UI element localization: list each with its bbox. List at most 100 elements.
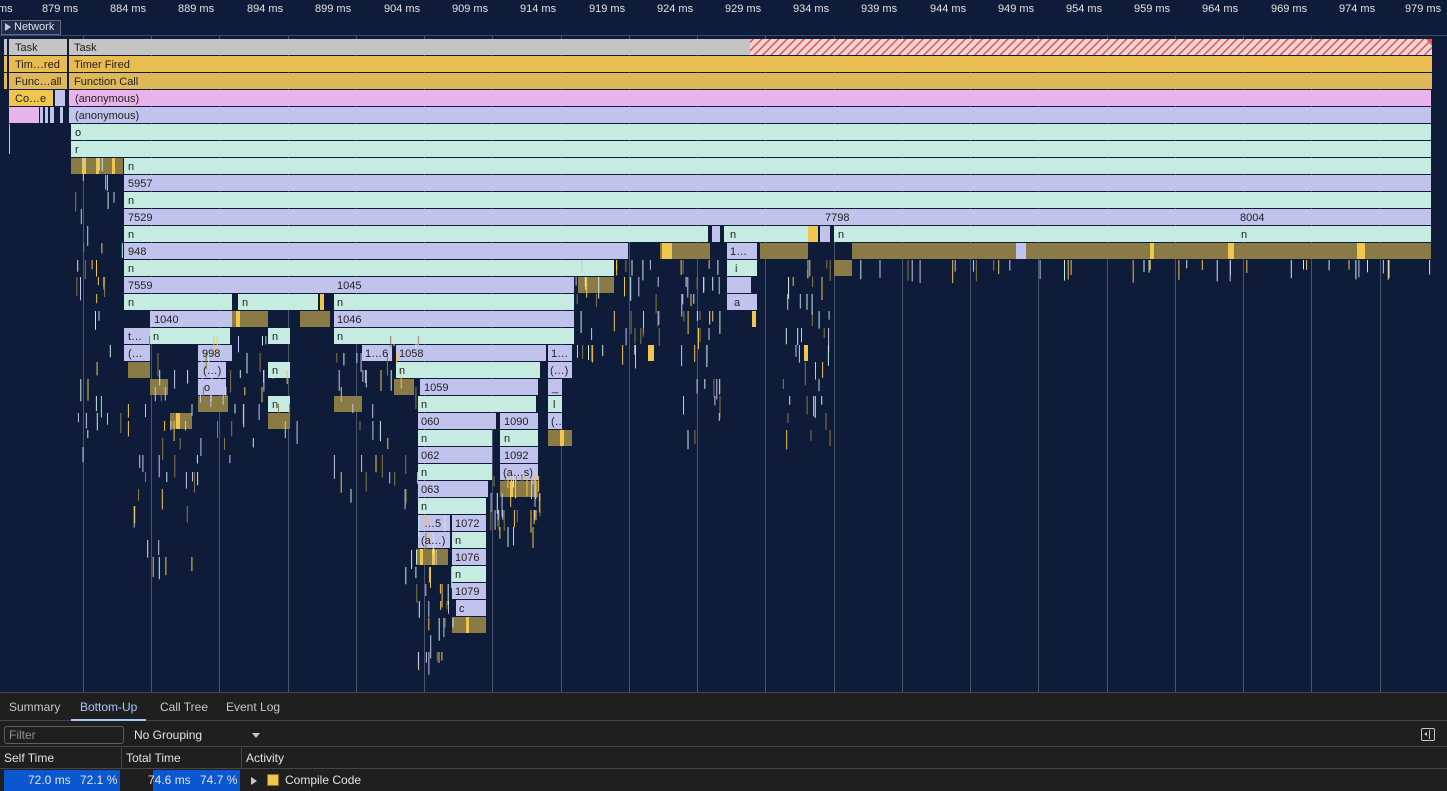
expand-row-icon[interactable] [251,777,257,785]
call-mark [165,557,167,576]
chevron-down-icon [252,733,260,738]
flame-label: 1…6 [365,348,388,360]
call-mark [649,260,651,270]
call-mark [693,294,695,304]
ruler-tick: 889 ms [178,3,215,15]
flame-label: (… [128,348,143,360]
tab-event-log[interactable]: Event Log [217,693,289,721]
call-mark [158,455,160,478]
call-mark [262,336,263,346]
call-mark [1148,260,1150,273]
flame-chart[interactable]: Task Tim…red Func…all Co…e Task Timer Fi… [0,36,1447,692]
network-track-toggle[interactable]: Network [1,20,61,35]
call-mark [405,489,407,504]
flame-label: n [730,229,736,241]
call-mark [230,370,232,393]
filter-input[interactable] [4,726,124,744]
call-mark [372,404,374,419]
flame-label: 7559 [128,280,152,292]
tab-bottom-up[interactable]: Bottom-Up [71,693,147,721]
call-mark [1133,260,1135,274]
call-mark [581,260,583,271]
call-mark [80,209,82,225]
flame-label: n [421,467,427,479]
grouping-select[interactable]: No Grouping [130,725,264,745]
call-mark [417,472,419,484]
network-label: Network [14,21,55,33]
self-time-bar: 72.0 ms 72.1 % [4,770,120,791]
call-mark [954,260,956,272]
call-mark [87,226,89,246]
call-mark [499,527,501,539]
call-mark [338,370,340,391]
call-mark [792,277,794,286]
call-mark [582,345,584,359]
flame-label: 063 [421,484,439,496]
call-mark [1067,260,1069,280]
call-mark [703,277,705,291]
call-mark [95,396,97,412]
call-mark [200,438,202,456]
call-mark [622,345,624,365]
flame-label: n [337,331,343,343]
call-mark [296,421,298,444]
flame-label: 1… [730,246,747,258]
call-mark [394,472,396,486]
call-mark [187,370,189,384]
call-mark [704,379,706,389]
call-mark [87,379,89,401]
call-mark [535,510,537,521]
tab-call-tree[interactable]: Call Tree [151,693,217,721]
call-mark [1216,260,1218,282]
flame-label-anonymous: (anonymous) [75,93,139,105]
time-ruler[interactable]: ms 879 ms 884 ms 889 ms 894 ms 899 ms 90… [0,0,1447,19]
activity-name: Compile Code [285,773,362,787]
call-mark [810,430,812,441]
ruler-tick: 969 ms [1271,3,1308,15]
call-mark [179,438,181,450]
total-time-cell: 74.6 ms 74.7 % [126,770,240,791]
call-mark [1064,260,1065,281]
column-total-time[interactable]: Total Time [122,748,242,769]
column-self-time[interactable]: Self Time [0,748,122,769]
call-mark [513,510,515,528]
call-mark [127,421,129,437]
call-mark [681,294,683,317]
column-activity[interactable]: Activity [242,748,1447,769]
call-mark [261,387,263,403]
call-mark [687,311,689,334]
call-mark [158,540,160,556]
call-mark [590,345,592,362]
call-mark [829,430,831,447]
call-mark [109,345,111,358]
table-row[interactable]: 72.0 ms 72.1 % 74.6 ms 74.7 % Compile Co… [0,770,1447,791]
flame-label: 1090 [504,416,528,428]
call-mark [425,652,427,663]
call-mark [438,652,440,663]
call-mark [98,311,100,321]
tab-summary[interactable]: Summary [0,693,69,721]
call-mark [252,438,254,448]
flame-label: n [128,161,134,173]
call-mark [696,311,698,321]
call-mark [379,421,381,442]
call-mark [860,260,862,280]
ruler-tick: 964 ms [1202,3,1239,15]
sidebar-toggle-icon[interactable] [1421,728,1435,741]
call-mark [490,510,492,531]
call-mark [683,311,685,322]
flame-chart-canvas[interactable]: Task Tim…red Func…all Co…e Task Timer Fi… [0,36,1447,692]
call-mark [242,404,244,425]
call-mark [516,510,518,522]
call-mark [336,353,338,363]
ruler-tick: 904 ms [384,3,421,15]
main-task-stack[interactable] [69,39,1432,616]
call-mark [1328,260,1330,271]
call-mark [809,260,811,277]
flame-label: n [1241,229,1247,241]
call-mark [452,618,454,628]
ruler-tick: 954 ms [1066,3,1103,15]
call-mark [821,396,823,405]
call-mark [196,455,198,464]
call-mark [717,260,719,275]
